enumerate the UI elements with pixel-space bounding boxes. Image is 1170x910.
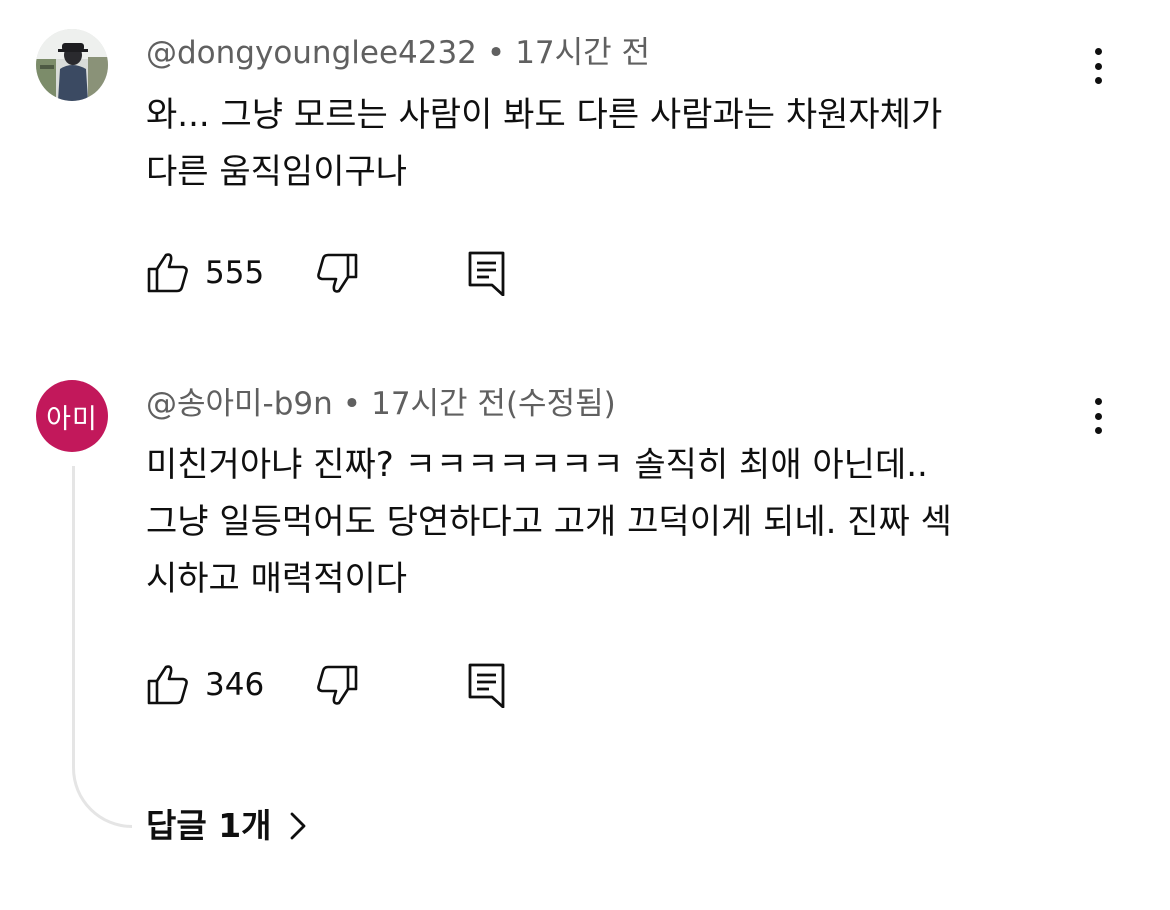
avatar-initials: 아미 — [46, 403, 98, 435]
meta-separator: • — [342, 386, 362, 422]
chevron-right-icon — [288, 811, 308, 841]
comment-author[interactable]: @송아미-b9n — [146, 386, 333, 422]
thread-connector — [72, 466, 132, 828]
replies-toggle[interactable]: 답글 1개 — [146, 802, 308, 850]
more-dot — [1094, 427, 1102, 434]
meta-separator: • — [486, 35, 506, 71]
comment-text-line: 시하고 매력적이다 — [146, 559, 408, 599]
more-dot — [1094, 62, 1102, 70]
more-dot — [1094, 412, 1102, 420]
comment-text: 미친거아냐 진짜? ㅋㅋㅋㅋㅋㅋㅋ 솔직히 최애 아닌데.. 그냥 일등먹어도 … — [146, 437, 1096, 608]
comments-page: @dongyounglee4232 • 17시간 전 와... 그냥 모르는 사람이… — [0, 0, 1170, 910]
comment-text-line: 와... 그냥 모르는 사람이 봐도 다른 사람과는 차원자체가 — [146, 95, 943, 135]
thumbs-down-icon[interactable] — [315, 664, 359, 708]
comment-meta: @dongyounglee4232 • 17시간 전 — [146, 31, 650, 75]
comment-text-line: 그냥 일등먹어도 당연하다고 고개 끄덕이게 되네. 진짜 섹 — [146, 502, 952, 542]
replies-label: 답글 1개 — [146, 806, 272, 845]
like-count: 346 — [205, 667, 265, 703]
more-vertical-icon — [1094, 48, 1102, 55]
thumbs-up-icon[interactable] — [146, 250, 190, 294]
comment-text-line: 다른 움직임이구나 — [146, 152, 408, 192]
more-vertical-icon — [1094, 398, 1102, 405]
avatar[interactable]: 아미 — [36, 380, 108, 452]
more-dot — [1094, 77, 1102, 84]
comment-text: 와... 그냥 모르는 사람이 봐도 다른 사람과는 차원자체가 다른 움직임이… — [146, 87, 1096, 201]
comment-time[interactable]: 17시간 전(수정됨) — [371, 386, 616, 422]
comment-actions: 346 — [146, 658, 546, 708]
like-count: 555 — [205, 255, 265, 291]
comment-time[interactable]: 17시간 전 — [515, 35, 650, 71]
user-photo-icon — [36, 29, 108, 101]
more-options-button[interactable] — [1083, 394, 1113, 438]
comment-author[interactable]: @dongyounglee4232 — [146, 35, 477, 71]
comment-actions: 555 — [146, 246, 546, 296]
more-options-button[interactable] — [1083, 44, 1113, 88]
comment-text-line: 미친거아냐 진짜? ㅋㅋㅋㅋㅋㅋㅋ 솔직히 최애 아닌데.. — [146, 445, 928, 485]
avatar[interactable] — [36, 29, 108, 101]
comment-icon[interactable] — [467, 662, 507, 708]
comment-icon[interactable] — [467, 250, 507, 296]
thumbs-up-icon[interactable] — [146, 662, 190, 706]
thumbs-down-icon[interactable] — [315, 252, 359, 296]
comment-meta: @송아미-b9n • 17시간 전(수정됨) — [146, 382, 616, 426]
